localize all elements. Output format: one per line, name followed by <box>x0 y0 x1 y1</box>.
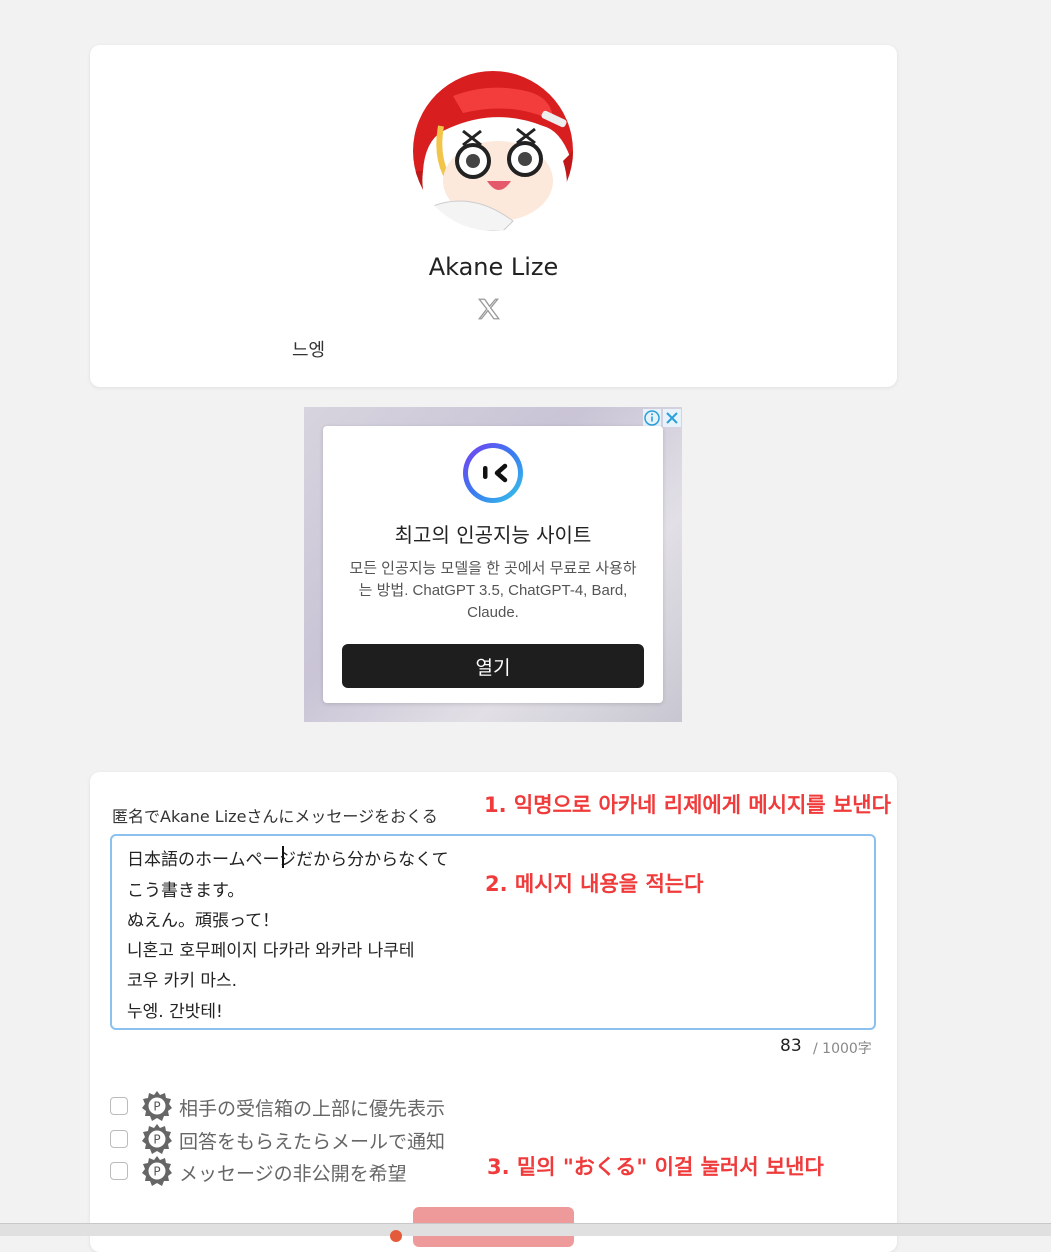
char-count: 83 <box>780 1036 802 1056</box>
svg-text:P: P <box>153 1165 160 1179</box>
profile-bio: 느엥 <box>292 340 326 361</box>
browser-bottom-bar <box>0 1223 1051 1236</box>
message-line: 코우 카키 마스. <box>127 971 238 991</box>
text-caret <box>282 846 284 868</box>
message-line: こう書きます。 <box>127 881 245 901</box>
message-line: 니혼고 호무페이지 다카라 와카라 나쿠테 <box>127 941 415 961</box>
message-line: 日本語のホームページだから分からなくて <box>127 850 449 870</box>
annotation-step1: 1. 익명으로 아카네 리제에게 메시지를 보낸다 <box>484 793 891 817</box>
message-line: 누엥. 간밧테! <box>127 1002 223 1022</box>
ad-open-button[interactable]: 열기 <box>342 644 644 688</box>
premium-badge-icon: P <box>141 1123 173 1155</box>
email-notify-checkbox[interactable] <box>110 1130 128 1148</box>
ad-description: 모든 인공지능 모델을 한 곳에서 무료로 사용하는 방법. ChatGPT 3… <box>349 560 637 621</box>
premium-badge-icon: P <box>141 1155 173 1187</box>
avatar <box>413 71 573 231</box>
message-line: ぬえん。頑張って！ <box>127 911 280 931</box>
info-icon[interactable] <box>643 409 661 427</box>
private-option-label: メッセージの非公開を希望 <box>179 1163 407 1185</box>
svg-text:P: P <box>153 1100 160 1114</box>
priority-checkbox[interactable] <box>110 1097 128 1115</box>
message-form-label: 匿名でAkane Lizeさんにメッセージをおくる <box>112 807 438 826</box>
private-checkbox[interactable] <box>110 1162 128 1180</box>
annotation-step3: 3. 밑의 "おくる" 이걸 눌러서 보낸다 <box>487 1155 824 1179</box>
avatar-image <box>413 71 573 231</box>
floating-dot-icon[interactable] <box>390 1230 402 1242</box>
priority-option-label: 相手の受信箱の上部に優先表示 <box>179 1098 446 1120</box>
profile-name: Akane Lize <box>428 253 559 281</box>
ad-logo-icon <box>461 441 525 505</box>
x-logo-icon[interactable] <box>476 296 502 322</box>
annotation-step2: 2. 메시지 내용을 적는다 <box>485 872 704 896</box>
email-notify-option-label: 回答をもらえたらメールで通知 <box>179 1131 446 1153</box>
svg-text:P: P <box>153 1133 160 1147</box>
premium-badge-icon: P <box>141 1090 173 1122</box>
char-max: / 1000字 <box>813 1041 872 1057</box>
ad-title: 최고의 인공지능 사이트 <box>394 523 592 547</box>
close-icon[interactable] <box>663 409 681 427</box>
